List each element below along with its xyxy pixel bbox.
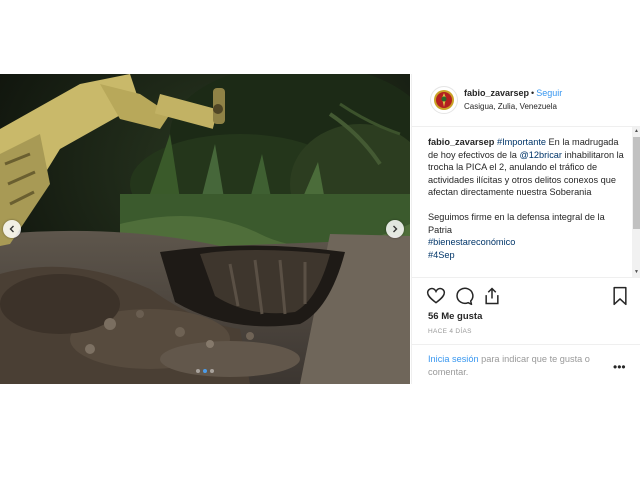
header-user-line: fabio_zavarsep • Seguir — [464, 88, 562, 98]
post-actions: 56 Me gusta HACE 4 DÍAS Inicia sesión pa… — [412, 277, 640, 385]
mention-link[interactable]: @12bricar — [519, 150, 562, 160]
likes-count[interactable]: 56 Me gusta — [428, 311, 482, 322]
bookmark-icon[interactable] — [610, 286, 630, 306]
caption-username[interactable]: fabio_zavarsep — [428, 137, 494, 147]
scrollbar[interactable]: ▲ ▼ — [632, 127, 640, 277]
login-prompt-text: Inicia sesión para indicar que te gusta … — [428, 353, 608, 379]
scroll-up-arrow-icon[interactable]: ▲ — [632, 127, 640, 136]
post-caption: fabio_zavarsep #Importante En la madruga… — [428, 136, 628, 261]
next-slide-button[interactable] — [386, 220, 404, 238]
carousel-dot — [210, 369, 214, 373]
hashtag-link[interactable]: #Importante — [497, 137, 546, 147]
chevron-right-icon — [393, 225, 398, 233]
carousel-dot-active — [203, 369, 207, 373]
scrollbar-thumb[interactable] — [633, 137, 640, 229]
caption-text: Seguimos firme en la defensa integral de… — [428, 211, 605, 235]
carousel-indicator — [0, 369, 410, 373]
more-dots-icon[interactable]: ••• — [613, 361, 626, 373]
login-prompt: Inicia sesión para indicar que te gusta … — [412, 344, 640, 386]
carousel-dot — [196, 369, 200, 373]
post-sidebar: fabio_zavarsep • Seguir Casigua, Zulia, Ve… — [411, 74, 640, 384]
post-card: fabio_zavarsep • Seguir Casigua, Zulia, Ve… — [0, 74, 640, 384]
location-link[interactable]: Casigua, Zulia, Venezuela — [464, 102, 557, 111]
post-header: fabio_zavarsep • Seguir Casigua, Zulia, Ve… — [412, 74, 640, 127]
avatar[interactable] — [430, 86, 458, 114]
comment-bubble-icon[interactable] — [454, 286, 474, 306]
profile-emblem-icon — [434, 90, 454, 110]
login-link[interactable]: Inicia sesión — [428, 354, 479, 364]
post-timestamp[interactable]: HACE 4 DÍAS — [428, 328, 472, 335]
separator-dot: • — [531, 88, 535, 98]
previous-slide-button[interactable] — [3, 220, 21, 238]
hashtag-link[interactable]: #4Sep — [428, 250, 455, 260]
follow-button[interactable]: Seguir — [536, 88, 562, 98]
hashtag-link[interactable]: #bienestareconómico — [428, 237, 515, 247]
heart-icon[interactable] — [426, 286, 446, 306]
post-photo[interactable] — [0, 74, 410, 384]
comments-area[interactable]: fabio_zavarsep #Importante En la madruga… — [412, 127, 640, 277]
chevron-left-icon — [9, 225, 14, 233]
excavation-night-photo — [0, 74, 410, 384]
scroll-down-arrow-icon[interactable]: ▼ — [632, 268, 640, 277]
header-username[interactable]: fabio_zavarsep — [464, 88, 529, 98]
share-icon[interactable] — [482, 286, 502, 306]
